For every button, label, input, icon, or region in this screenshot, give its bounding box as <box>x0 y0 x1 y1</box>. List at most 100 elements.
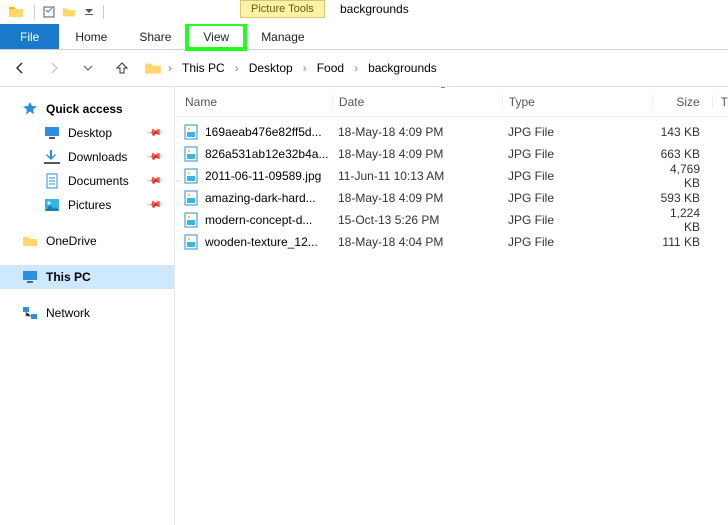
file-name: modern-concept-d... <box>205 213 312 227</box>
network-icon <box>22 305 38 321</box>
file-size: 1,224 KB <box>652 206 712 234</box>
computer-icon <box>22 269 38 285</box>
context-tab-group: Picture Tools <box>240 0 325 18</box>
column-name[interactable]: Name <box>175 95 332 109</box>
folder-icon <box>8 4 24 20</box>
jpg-file-icon <box>183 124 199 140</box>
file-name: 2011-06-11-09589.jpg <box>205 169 321 183</box>
file-date: 11-Jun-11 10:13 AM <box>332 169 502 183</box>
jpg-file-icon <box>183 212 199 228</box>
nav-label: This PC <box>46 270 91 284</box>
breadcrumb-backgrounds[interactable]: backgrounds <box>364 59 441 77</box>
chevron-right-icon[interactable]: › <box>301 61 309 75</box>
table-row[interactable]: 2011-06-11-09589.jpg 11-Jun-11 10:13 AMJP… <box>175 165 728 187</box>
table-row[interactable]: modern-concept-d... 15-Oct-13 5:26 PMJPG … <box>175 209 728 231</box>
pin-icon: 📌 <box>145 149 162 165</box>
nav-label: OneDrive <box>46 234 97 248</box>
file-type: JPG File <box>502 213 652 227</box>
desktop-icon <box>44 125 60 141</box>
tab-home[interactable]: Home <box>59 24 123 49</box>
file-type: JPG File <box>502 169 652 183</box>
chevron-right-icon[interactable]: › <box>352 61 360 75</box>
file-name: 169aeab476e82ff5d... <box>205 125 322 139</box>
qat-dropdown-button[interactable] <box>80 3 98 21</box>
back-button[interactable] <box>8 56 32 80</box>
tab-view[interactable]: View <box>187 24 245 49</box>
navigation-bar: › This PC › Desktop › Food › backgrounds <box>0 50 728 86</box>
nav-label: Downloads <box>68 150 127 164</box>
main-area: Quick access Desktop 📌 Downloads 📌 Docum… <box>0 87 728 525</box>
tab-file[interactable]: File <box>0 24 59 49</box>
ribbon-tabs: File Home Share View Manage <box>0 24 728 50</box>
qat-new-folder-button[interactable] <box>60 3 78 21</box>
nav-documents[interactable]: Documents 📌 <box>0 169 174 193</box>
pin-icon: 📌 <box>145 197 162 213</box>
nav-label: Pictures <box>68 198 111 212</box>
title-bar: Picture Tools backgrounds <box>0 0 728 24</box>
documents-icon <box>44 173 60 189</box>
table-row[interactable]: wooden-texture_12...18-May-18 4:04 PMJPG… <box>175 231 728 253</box>
chevron-right-icon[interactable]: › <box>166 61 174 75</box>
chevron-right-icon[interactable]: › <box>233 61 241 75</box>
folder-icon <box>144 59 162 77</box>
file-size: 4,769 KB <box>652 162 712 190</box>
nav-this-pc[interactable]: This PC <box>0 265 174 289</box>
nav-label: Network <box>46 306 90 320</box>
nav-label: Quick access <box>46 102 123 116</box>
nav-label: Desktop <box>68 126 112 140</box>
nav-network[interactable]: Network <box>0 301 174 325</box>
file-name: wooden-texture_12... <box>205 235 318 249</box>
nav-onedrive[interactable]: OneDrive <box>0 229 174 253</box>
column-date[interactable]: Date <box>332 95 502 109</box>
sort-ascending-icon: ▲ <box>439 87 447 90</box>
folder-icon <box>22 233 38 249</box>
window-title: backgrounds <box>340 2 409 16</box>
file-date: 15-Oct-13 5:26 PM <box>332 213 502 227</box>
nav-quick-access[interactable]: Quick access <box>0 97 174 121</box>
breadcrumb-desktop[interactable]: Desktop <box>245 59 297 77</box>
navigation-pane: Quick access Desktop 📌 Downloads 📌 Docum… <box>0 87 175 525</box>
file-size: 593 KB <box>652 191 712 205</box>
file-name: amazing-dark-hard... <box>205 191 316 205</box>
column-size[interactable]: Size <box>652 95 712 109</box>
separator <box>34 5 35 19</box>
pin-icon: 📌 <box>145 125 162 141</box>
address-bar[interactable]: › This PC › Desktop › Food › backgrounds <box>144 59 441 77</box>
forward-button[interactable] <box>42 56 66 80</box>
file-date: 18-May-18 4:09 PM <box>332 191 502 205</box>
jpg-file-icon <box>183 146 199 162</box>
file-date: 18-May-18 4:09 PM <box>332 147 502 161</box>
nav-pictures[interactable]: Pictures 📌 <box>0 193 174 217</box>
pin-icon: 📌 <box>145 173 162 189</box>
picture-tools-tab-label: Picture Tools <box>240 0 325 18</box>
up-button[interactable] <box>110 56 134 80</box>
table-row[interactable]: 169aeab476e82ff5d... 18-May-18 4:09 PMJPG… <box>175 121 728 143</box>
downloads-icon <box>44 149 60 165</box>
file-size: 111 KB <box>652 235 712 249</box>
star-icon <box>22 101 38 117</box>
column-headers: Name Date Type Size T <box>175 87 728 117</box>
file-type: JPG File <box>502 235 652 249</box>
qat-properties-button[interactable] <box>40 3 58 21</box>
file-type: JPG File <box>502 125 652 139</box>
nav-desktop[interactable]: Desktop 📌 <box>0 121 174 145</box>
pictures-icon <box>44 197 60 213</box>
nav-downloads[interactable]: Downloads 📌 <box>0 145 174 169</box>
table-row[interactable]: 826a531ab12e32b4a... 18-May-18 4:09 PMJPG… <box>175 143 728 165</box>
breadcrumb-this-pc[interactable]: This PC <box>178 59 229 77</box>
file-size: 143 KB <box>652 125 712 139</box>
recent-locations-button[interactable] <box>76 56 100 80</box>
breadcrumb-food[interactable]: Food <box>313 59 348 77</box>
tab-manage[interactable]: Manage <box>245 24 320 49</box>
file-type: JPG File <box>502 147 652 161</box>
table-row[interactable]: amazing-dark-hard... 18-May-18 4:09 PMJPG… <box>175 187 728 209</box>
tab-share[interactable]: Share <box>123 24 187 49</box>
file-name: 826a531ab12e32b4a... <box>205 147 328 161</box>
jpg-file-icon <box>183 234 199 250</box>
file-date: 18-May-18 4:09 PM <box>332 125 502 139</box>
file-size: 663 KB <box>652 147 712 161</box>
file-type: JPG File <box>502 191 652 205</box>
separator <box>103 5 104 19</box>
column-type[interactable]: Type <box>502 95 652 109</box>
column-extra[interactable]: T <box>712 95 728 109</box>
